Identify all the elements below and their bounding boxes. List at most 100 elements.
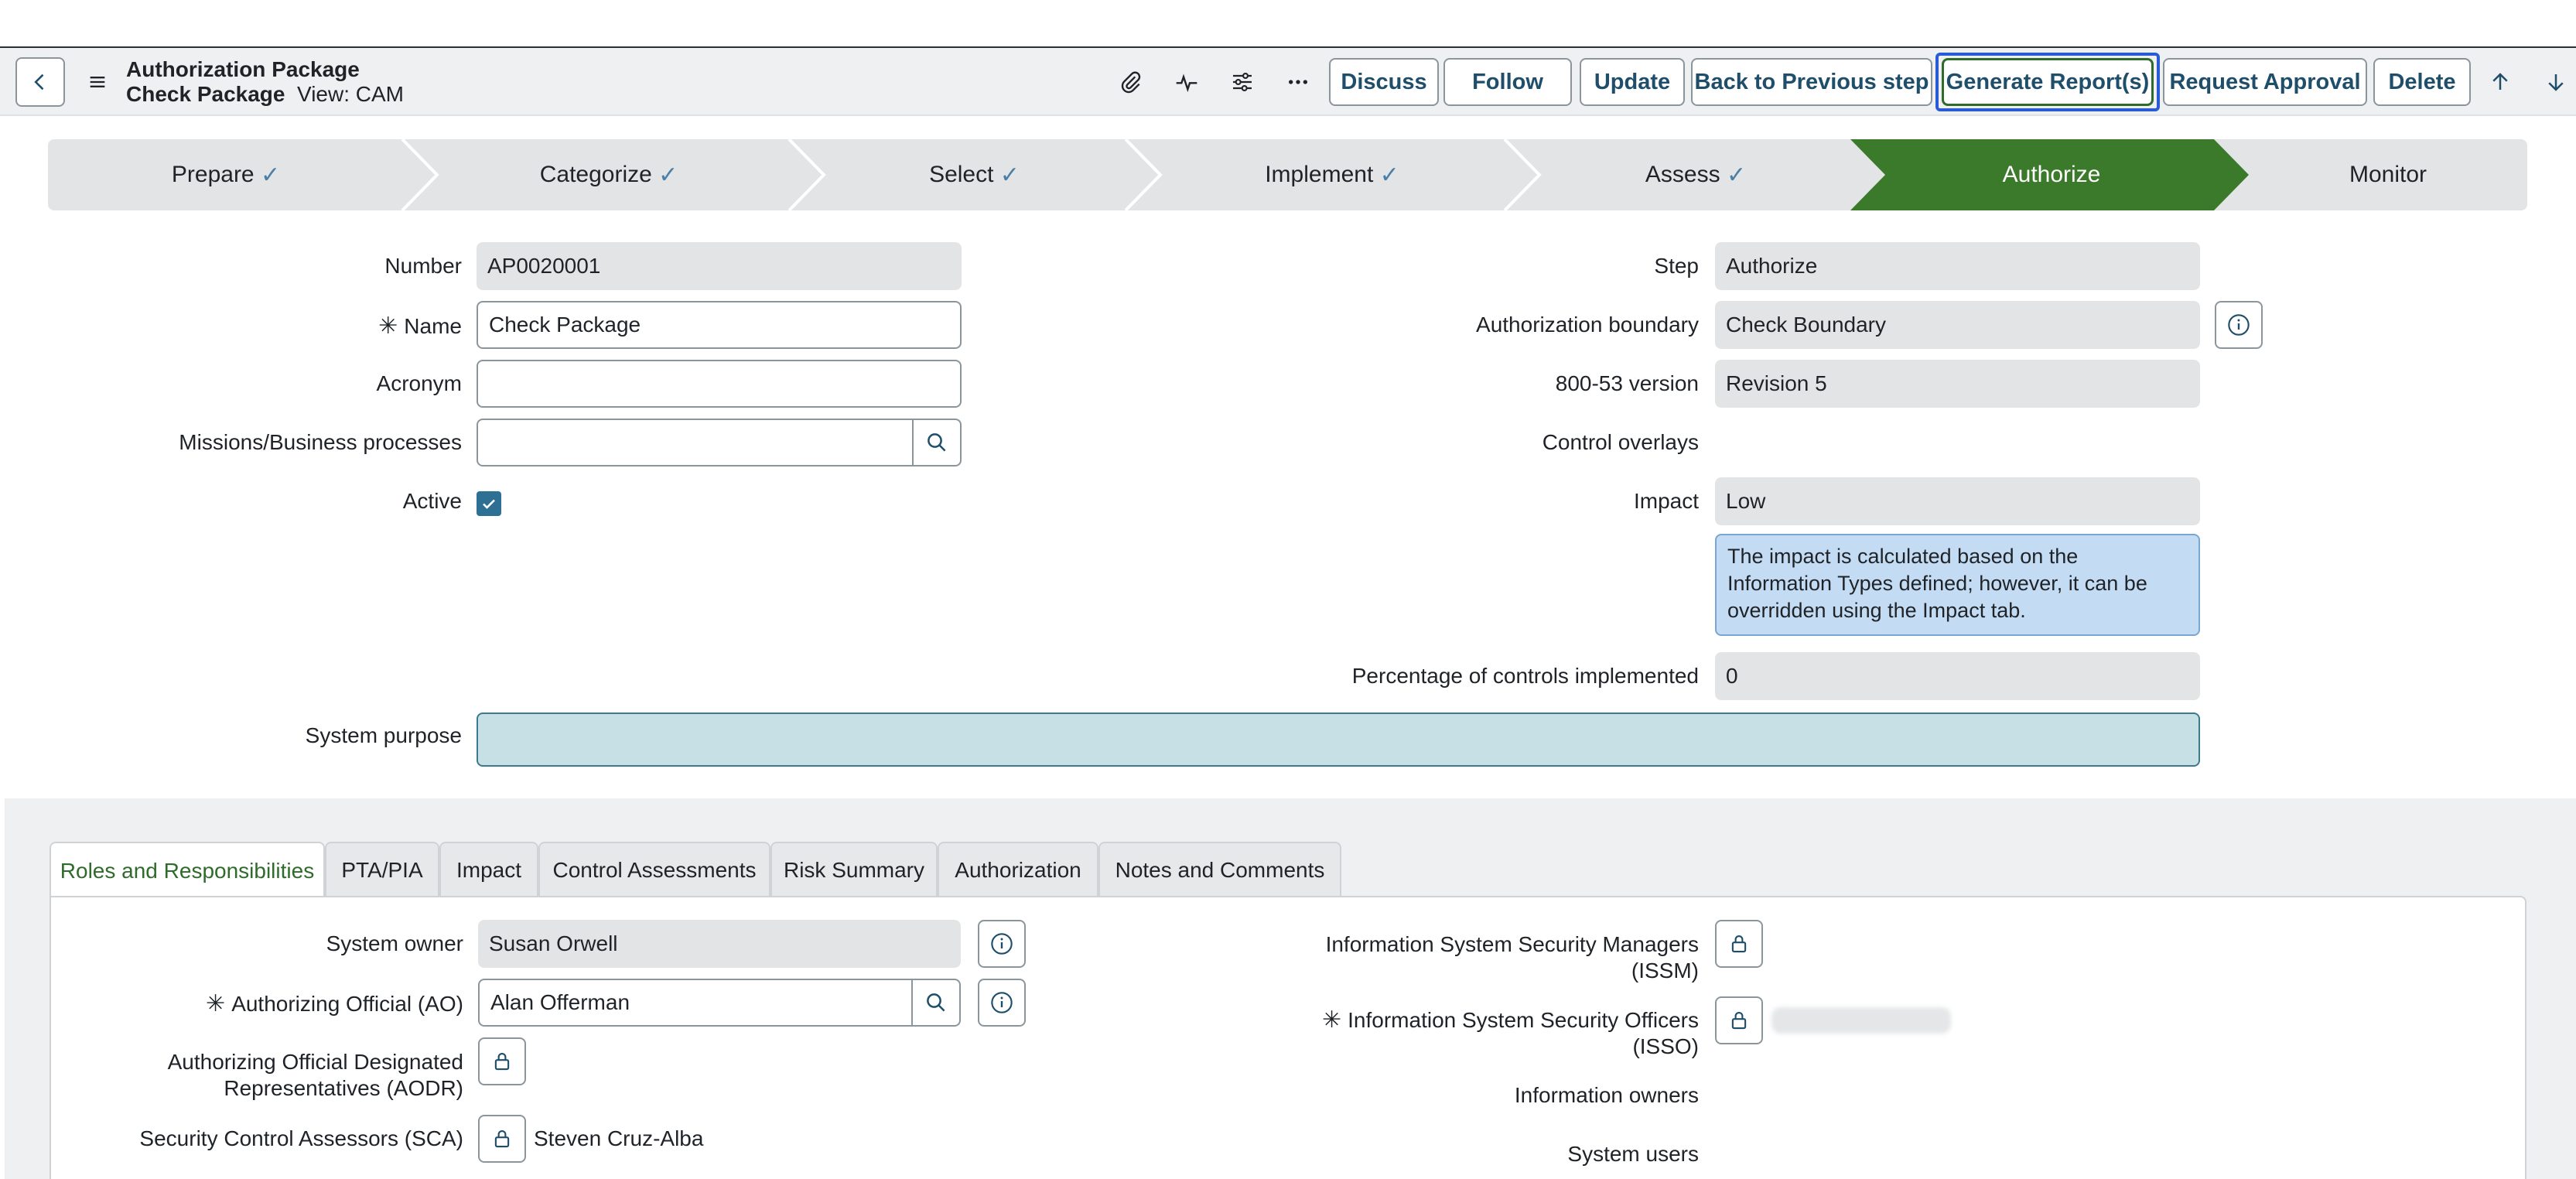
step-authorize-label: Authorize (2002, 162, 2101, 187)
tab-notes-comments[interactable]: Notes and Comments (1098, 842, 1341, 897)
step-authorize[interactable]: Authorize (1870, 139, 2233, 210)
isso-redacted-name (1771, 1007, 1951, 1034)
lock-icon (1731, 1011, 1747, 1030)
system-users-label: System users (1567, 1142, 1699, 1166)
boundary-label: Authorization boundary (1476, 313, 1699, 337)
tab-roles[interactable]: Roles and Responsibilities (50, 842, 325, 899)
issm-unlock-button[interactable] (1715, 920, 1763, 968)
more-icon (1289, 80, 1307, 84)
next-record-button[interactable] (2539, 65, 2573, 99)
missions-search-button[interactable] (912, 420, 960, 465)
required-icon: ✳ (378, 313, 398, 339)
back-button[interactable] (15, 57, 65, 107)
overlays-label: Control overlays (1542, 430, 1699, 454)
arrow-down-icon (2548, 74, 2564, 91)
boundary-field: Check Boundary (1715, 301, 2200, 349)
percentage-field: 0 (1715, 652, 2200, 700)
impact-label: Impact (1633, 489, 1699, 513)
step-monitor[interactable]: Monitor (2249, 139, 2527, 210)
step-select-label: Select (929, 162, 994, 187)
sca-unlock-button[interactable] (478, 1115, 526, 1163)
info-icon (991, 933, 1013, 955)
tab-impact[interactable]: Impact (439, 842, 538, 897)
update-button[interactable]: Update (1580, 58, 1685, 106)
paperclip-icon (1121, 71, 1141, 94)
system-purpose-textarea[interactable] (477, 713, 2200, 767)
number-label: Number (384, 254, 462, 278)
personalize-button[interactable] (1225, 65, 1259, 99)
active-label: Active (402, 489, 462, 513)
purpose-label: System purpose (305, 723, 462, 747)
ao-value: Alan Offerman (490, 990, 630, 1014)
tab-risk-summary[interactable]: Risk Summary (770, 842, 938, 897)
sliders-icon (1233, 72, 1252, 92)
isso-label-line1: Information System Security Officers (1348, 1008, 1699, 1032)
info-owners-label: Information owners (1514, 1083, 1699, 1107)
system-owner-label: System owner (326, 931, 463, 955)
ao-input[interactable]: Alan Offerman (478, 979, 961, 1027)
request-approval-button[interactable]: Request Approval (2163, 58, 2367, 106)
generate-reports-button[interactable]: Generate Report(s) (1942, 58, 2154, 106)
ao-info-button[interactable] (978, 979, 1026, 1027)
version-field: Revision 5 (1715, 360, 2200, 408)
ao-search-button[interactable] (911, 980, 959, 1025)
attachment-button[interactable] (1114, 65, 1148, 99)
tab-pta-pia[interactable]: PTA/PIA (325, 842, 439, 897)
missions-label: Missions/Business processes (179, 430, 462, 454)
search-icon (928, 433, 946, 452)
follow-button[interactable]: Follow (1443, 58, 1572, 106)
menu-icon (90, 77, 105, 87)
check-icon: ✓ (260, 162, 281, 188)
checkmark-icon (483, 499, 495, 509)
record-name: Check Package (126, 82, 285, 106)
aodr-unlock-button[interactable] (478, 1037, 526, 1085)
check-icon: ✓ (658, 162, 678, 188)
required-icon: ✳ (206, 991, 226, 1017)
more-button[interactable] (1281, 65, 1315, 99)
aodr-label-line2: Representatives (AODR) (224, 1076, 463, 1100)
impact-info-message: The impact is calculated based on the In… (1715, 534, 2200, 636)
record-type: Authorization Package (126, 57, 360, 81)
step-prepare[interactable]: Prepare ✓ (48, 139, 404, 210)
acronym-label: Acronym (376, 371, 462, 395)
step-categorize[interactable]: Categorize ✓ (419, 139, 798, 210)
version-label: 800-53 version (1555, 371, 1699, 395)
number-field: AP0020001 (477, 242, 962, 290)
step-label: Step (1654, 254, 1699, 278)
aodr-label: Authorizing Official Designated Represent… (168, 1049, 463, 1102)
issm-label: Information System Security Managers (ISS… (1326, 931, 1699, 984)
step-assess[interactable]: Assess ✓ (1522, 139, 1870, 210)
step-implement[interactable]: Implement ✓ (1143, 139, 1522, 210)
lock-icon (494, 1052, 510, 1071)
previous-record-button[interactable] (2483, 65, 2517, 99)
discuss-button[interactable]: Discuss (1329, 58, 1439, 106)
step-select[interactable]: Select ✓ (806, 139, 1143, 210)
record-title: Check Package View: CAM (126, 82, 404, 107)
menu-button[interactable] (80, 65, 114, 99)
boundary-info-button[interactable] (2215, 301, 2263, 349)
step-implement-label: Implement (1265, 162, 1374, 187)
check-icon: ✓ (1379, 162, 1399, 188)
isso-label-line2: (ISSO) (1632, 1034, 1699, 1058)
missions-input[interactable] (477, 419, 962, 466)
sca-label: Security Control Assessors (SCA) (139, 1126, 463, 1150)
back-previous-step-button[interactable]: Back to Previous step (1691, 58, 1932, 106)
arrow-up-icon (2492, 73, 2508, 90)
activity-icon (1176, 73, 1197, 93)
percentage-label: Percentage of controls implemented (1351, 664, 1699, 688)
isso-unlock-button[interactable] (1715, 996, 1763, 1044)
tab-control-assessments[interactable]: Control Assessments (538, 842, 770, 897)
ao-label-text: Authorizing Official (AO) (231, 992, 463, 1016)
name-label-text: Name (404, 314, 462, 338)
info-icon (2228, 314, 2250, 336)
acronym-input[interactable] (477, 360, 962, 408)
check-icon: ✓ (1726, 162, 1747, 188)
isso-label: ✳ Information System Security Officers (IS… (1322, 1007, 1699, 1060)
name-input[interactable]: Check Package (477, 301, 962, 349)
system-owner-info-button[interactable] (978, 920, 1026, 968)
activity-button[interactable] (1170, 65, 1204, 99)
delete-button[interactable]: Delete (2373, 58, 2471, 106)
active-checkbox[interactable] (477, 491, 501, 516)
step-assess-label: Assess (1645, 162, 1720, 187)
tab-authorization[interactable]: Authorization (938, 842, 1098, 897)
